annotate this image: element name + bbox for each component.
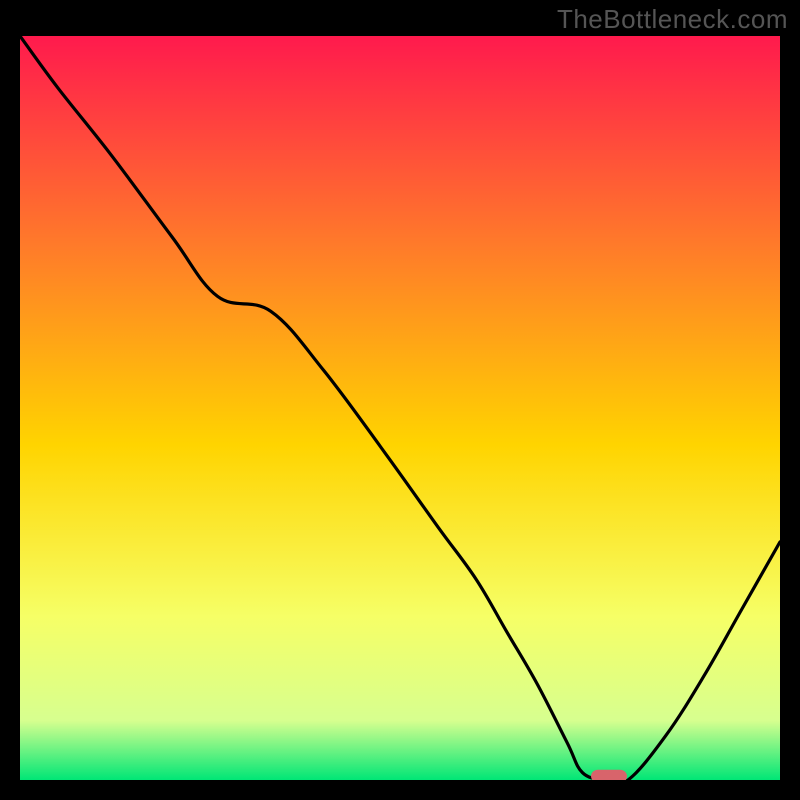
chart-frame: TheBottleneck.com: [0, 0, 800, 800]
gradient-background: [20, 36, 780, 780]
optimal-marker: [591, 770, 627, 780]
watermark-text: TheBottleneck.com: [557, 4, 788, 35]
plot-area: [20, 36, 780, 780]
plot-svg: [20, 36, 780, 780]
